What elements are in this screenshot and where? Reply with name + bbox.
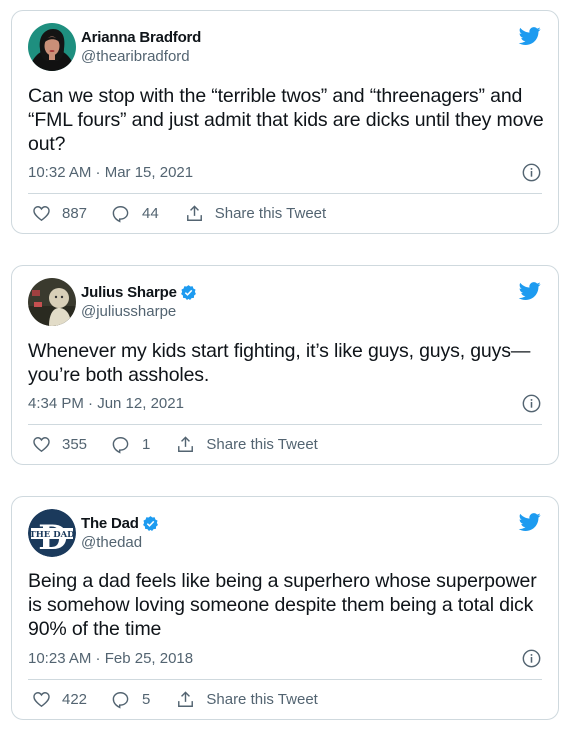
avatar[interactable]	[28, 278, 76, 326]
reply-bubble-icon	[112, 206, 129, 223]
reply-button[interactable]: 44	[111, 204, 159, 223]
author-name[interactable]: The Dad	[81, 515, 139, 532]
like-count: 355	[62, 436, 88, 453]
share-label: Share this Tweet	[206, 691, 318, 708]
reply-button[interactable]: 1	[111, 435, 150, 454]
share-label: Share this Tweet	[206, 436, 318, 453]
share-icon	[186, 205, 202, 221]
twitter-bird-icon[interactable]	[518, 511, 542, 533]
tweet-text: Being a dad feels like being a superhero…	[28, 570, 537, 640]
share-label: Share this Tweet	[214, 205, 327, 222]
info-icon[interactable]	[522, 163, 541, 182]
share-button[interactable]: Share this Tweet	[176, 690, 318, 709]
author-handle[interactable]: @thedad	[81, 534, 159, 551]
verified-badge-icon	[142, 515, 158, 531]
tweet-text: Can we stop with the “terrible twos” and…	[28, 85, 544, 155]
info-icon[interactable]	[522, 649, 541, 668]
reply-bubble-icon	[112, 692, 129, 709]
heart-icon	[33, 692, 50, 708]
author-name[interactable]: Arianna Bradford	[81, 29, 201, 46]
heart-icon	[33, 437, 50, 453]
share-icon	[178, 691, 194, 707]
logo-text: THE DAD	[29, 530, 75, 540]
like-button[interactable]: 887	[32, 204, 87, 223]
reply-bubble-icon	[112, 437, 129, 454]
tweet-actions: 355 1 Share this Tweet	[32, 435, 318, 454]
divider	[28, 679, 542, 680]
tweet-timestamp[interactable]: 10:32 AM · Mar 15, 2021	[28, 164, 193, 181]
heart-icon	[33, 206, 50, 222]
avatar[interactable]: D THE DAD	[28, 509, 76, 557]
man-portrait-icon	[28, 278, 76, 326]
tweet-card[interactable]: Julius Sharpe @juliussharpe Whenever my …	[11, 265, 559, 465]
tweet-actions: 422 5 Share this Tweet	[32, 690, 318, 709]
divider	[28, 193, 542, 194]
twitter-bird-icon[interactable]	[518, 280, 542, 302]
like-count: 887	[62, 205, 88, 222]
reply-count: 44	[142, 205, 159, 222]
verified-badge-icon	[180, 284, 196, 300]
divider	[28, 424, 542, 425]
reply-count: 1	[142, 436, 151, 453]
the-dad-logo-icon: D THE DAD	[28, 509, 76, 557]
share-icon	[178, 436, 194, 452]
share-button[interactable]: Share this Tweet	[185, 204, 326, 223]
author-handle[interactable]: @juliussharpe	[81, 303, 197, 320]
avatar[interactable]	[28, 23, 76, 71]
twitter-bird-icon[interactable]	[518, 25, 542, 47]
author-name[interactable]: Julius Sharpe	[81, 284, 177, 301]
reply-count: 5	[142, 691, 151, 708]
like-button[interactable]: 422	[32, 690, 87, 709]
tweet-timestamp[interactable]: 4:34 PM · Jun 12, 2021	[28, 395, 184, 412]
like-count: 422	[62, 691, 88, 708]
tweet-card[interactable]: D THE DAD The Dad @thedad Being a dad fe…	[11, 496, 559, 720]
tweet-timestamp[interactable]: 10:23 AM · Feb 25, 2018	[28, 650, 193, 667]
like-button[interactable]: 355	[32, 435, 87, 454]
tweet-actions: 887 44 Share this Tweet	[32, 204, 326, 223]
share-button[interactable]: Share this Tweet	[176, 435, 318, 454]
tweet-card[interactable]: Arianna Bradford @thearibradford Can we …	[11, 10, 559, 234]
author-handle[interactable]: @thearibradford	[81, 48, 201, 65]
woman-portrait-icon	[28, 23, 76, 71]
info-icon[interactable]	[522, 394, 541, 413]
tweet-text: Whenever my kids start fighting, it’s li…	[28, 340, 531, 386]
reply-button[interactable]: 5	[111, 690, 150, 709]
